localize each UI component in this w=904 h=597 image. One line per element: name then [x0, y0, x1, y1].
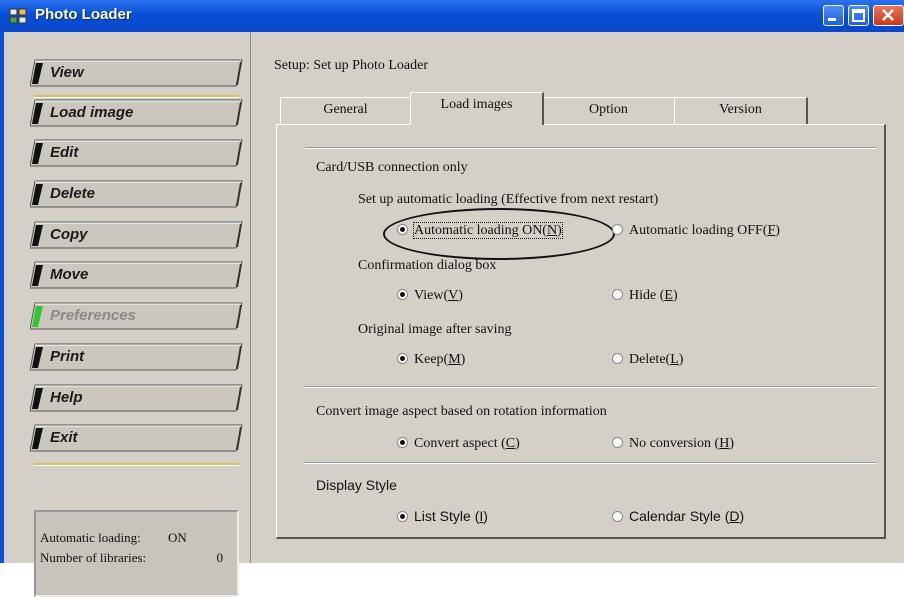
- original-delete-end: ): [678, 352, 684, 367]
- auto-loading-off-radio[interactable]: Automatic loading OFF(F): [612, 223, 780, 239]
- radio-checked-icon: [397, 353, 408, 364]
- original-delete-key: L: [670, 352, 679, 367]
- aspect-none-radio[interactable]: No conversion (H): [612, 436, 734, 452]
- confirmation-hide-radio[interactable]: Hide (E): [612, 288, 678, 304]
- sidebar-item-label: Copy: [50, 226, 88, 243]
- section-divider: [304, 462, 876, 464]
- close-icon: [882, 9, 894, 21]
- auto-loading-off-label: Automatic loading OFF(: [629, 223, 768, 238]
- sidebar-item-label: Exit: [50, 429, 78, 446]
- sidebar-item-print[interactable]: Print: [30, 343, 243, 371]
- original-keep-key: M: [448, 352, 461, 367]
- original-keep-radio[interactable]: Keep(M): [397, 352, 465, 368]
- window-title: Photo Loader: [35, 6, 132, 23]
- display-list-end: ): [483, 508, 488, 524]
- original-keep-end: ): [460, 352, 466, 367]
- confirmation-hide-label: Hide (: [629, 288, 665, 303]
- confirmation-view-radio[interactable]: View(V): [397, 288, 463, 304]
- sidebar-item-label: View: [50, 64, 84, 81]
- radio-unchecked-icon: [612, 224, 623, 235]
- confirmation-view-end: ): [458, 288, 463, 303]
- confirmation-heading: Confirmation dialog box: [358, 258, 497, 273]
- sidebar-separator: [34, 463, 239, 466]
- display-list-radio[interactable]: List Style (I): [397, 508, 488, 524]
- sidebar-item-copy[interactable]: Copy: [30, 221, 243, 249]
- display-calendar-radio[interactable]: Calendar Style (D): [612, 508, 744, 524]
- aspect-heading: Convert image aspect based on rotation i…: [316, 404, 607, 419]
- original-delete-label: Delete(: [629, 352, 671, 367]
- sidebar-item-delete[interactable]: Delete: [30, 180, 243, 208]
- aspect-none-label: No conversion (: [629, 436, 720, 451]
- maximize-icon: [852, 9, 865, 22]
- sidebar-item-label: Print: [50, 348, 85, 365]
- aspect-convert-key: C: [505, 436, 516, 451]
- setup-label: Setup: Set up Photo Loader: [274, 58, 428, 73]
- confirmation-view-key: V: [448, 288, 459, 303]
- display-calendar-key: D: [729, 508, 740, 524]
- sidebar-separator: [34, 95, 239, 98]
- minimize-icon: [828, 18, 836, 21]
- radio-checked-icon: [397, 437, 408, 448]
- tab-version[interactable]: Version: [674, 97, 808, 125]
- display-calendar-label: Calendar Style (: [629, 508, 730, 524]
- status-box: Automatic loading: ON Number of librarie…: [34, 510, 239, 597]
- aspect-convert-end: ): [515, 436, 520, 451]
- sidebar-item-load-image[interactable]: Load image: [30, 99, 243, 127]
- status-auto-loading-value: ON: [168, 530, 187, 545]
- original-delete-radio[interactable]: Delete(L): [612, 352, 683, 368]
- highlight-ellipse: [383, 208, 615, 260]
- maximize-button[interactable]: [848, 5, 869, 26]
- radio-unchecked-icon: [612, 437, 623, 448]
- sidebar-item-edit[interactable]: Edit: [30, 139, 243, 167]
- sidebar-item-label: Preferences: [50, 307, 136, 324]
- radio-unchecked-icon: [612, 511, 623, 522]
- auto-loading-off-end: ): [775, 223, 780, 238]
- status-libraries-label: Number of libraries:: [40, 550, 147, 565]
- display-list-label: List Style (: [414, 508, 480, 524]
- sidebar: Automatic loading: ON Number of librarie…: [4, 32, 251, 597]
- aspect-none-end: ): [729, 436, 734, 451]
- aspect-convert-radio[interactable]: Convert aspect (C): [397, 436, 520, 452]
- sidebar-item-view[interactable]: View: [30, 59, 243, 87]
- section-divider: [305, 147, 877, 149]
- display-calendar-end: ): [739, 508, 745, 524]
- close-button[interactable]: [873, 5, 904, 26]
- tab-option[interactable]: Option: [542, 97, 676, 125]
- tab-general[interactable]: General: [280, 97, 412, 125]
- sidebar-item-label: Delete: [50, 185, 96, 202]
- title-bar: Photo Loader: [0, 0, 904, 32]
- tab-load-images[interactable]: Load images: [410, 92, 544, 125]
- radio-checked-icon: [397, 511, 408, 522]
- status-libraries-value: 0: [216, 550, 224, 565]
- main-panel: Setup: Set up Photo Loader General Load …: [258, 32, 904, 563]
- photo-loader-app-icon: [9, 8, 27, 24]
- radio-unchecked-icon: [612, 353, 623, 364]
- display-style-heading: Display Style: [316, 477, 397, 493]
- confirmation-hide-key: E: [664, 288, 673, 303]
- original-heading: Original image after saving: [358, 322, 512, 337]
- sidebar-item-help[interactable]: Help: [30, 384, 243, 412]
- sidebar-item-label: Help: [50, 389, 83, 406]
- minimize-button[interactable]: [823, 5, 844, 26]
- radio-checked-icon: [397, 289, 408, 300]
- status-auto-loading-label: Automatic loading:: [40, 530, 141, 545]
- sidebar-item-label: Move: [50, 266, 89, 283]
- sidebar-item-label: Edit: [50, 144, 79, 161]
- aspect-none-key: H: [719, 436, 730, 451]
- aspect-convert-label: Convert aspect (: [414, 436, 506, 451]
- section-divider: [304, 386, 876, 388]
- original-keep-label: Keep(: [414, 352, 449, 367]
- sidebar-item-move[interactable]: Move: [30, 261, 243, 289]
- sidebar-item-preferences[interactable]: Preferences: [30, 302, 243, 330]
- confirmation-hide-end: ): [672, 288, 678, 303]
- card-section-heading: Card/USB connection only: [316, 160, 468, 175]
- radio-unchecked-icon: [612, 289, 623, 300]
- auto-loading-heading: Set up automatic loading (Effective from…: [358, 192, 659, 207]
- sidebar-item-exit[interactable]: Exit: [30, 424, 243, 452]
- sidebar-item-label: Load image: [50, 104, 134, 121]
- confirmation-view-label: View(: [414, 288, 449, 303]
